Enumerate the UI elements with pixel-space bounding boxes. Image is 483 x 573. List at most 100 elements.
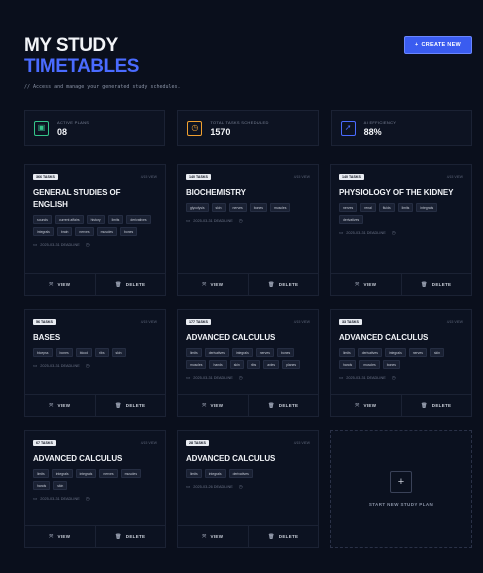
view-label: VIEW xyxy=(210,282,224,287)
card-title: BASES xyxy=(33,333,61,342)
trash-icon: 🗑 xyxy=(268,533,275,540)
topic-tag: integrals xyxy=(33,227,54,236)
deadline: ▭ 2025-03-31 DEADLINE ◷ xyxy=(186,375,310,381)
topic-tag: derivatives xyxy=(204,348,229,357)
topic-tag: hands xyxy=(33,481,51,490)
trash-icon: 🗑 xyxy=(421,402,428,409)
delete-button[interactable]: 🗑 DELETE xyxy=(94,274,166,295)
topic-tag: derivatives xyxy=(228,469,253,478)
deadline: ▭ 2025-03-31 DEADLINE ◷ xyxy=(33,242,157,248)
view-button[interactable]: ⤧ VIEW xyxy=(25,395,95,416)
stat-value: 1570 xyxy=(210,126,231,137)
card-body: 140 TASKS 4/15 VIEW BIOCHEMISTRY glycolysis… xyxy=(178,165,318,273)
topic-tag: bones xyxy=(249,203,267,212)
deadline-text: 2025-03-31 DEADLINE xyxy=(40,364,80,368)
delete-label: DELETE xyxy=(125,403,146,408)
timetable-card: 366 TASKS 4/15 VIEW GENERAL STUDIES OF ENG… xyxy=(24,164,166,296)
topic-tag: muscles xyxy=(186,360,207,369)
create-new-button[interactable]: + CREATE NEW xyxy=(404,36,472,54)
delete-button[interactable]: 🗑 DELETE xyxy=(400,395,472,416)
card-actions: ⤧ VIEW 🗑 DELETE xyxy=(25,525,165,547)
card-body: 28 TASKS 4/15 VIEW ADVANCED CALCULUS limits… xyxy=(178,431,318,525)
tag-list: limits integrals derivatives xyxy=(186,469,310,478)
topic-tag: integrals xyxy=(231,348,253,357)
trash-icon: 🗑 xyxy=(268,402,275,409)
topic-tag: bones xyxy=(276,348,295,357)
topic-tag: skin xyxy=(53,481,68,490)
clock-icon: ◷ xyxy=(238,375,243,380)
delete-button[interactable]: 🗑 DELETE xyxy=(247,526,319,547)
view-button[interactable]: ⤧ VIEW xyxy=(25,274,95,295)
start-new-plan-card[interactable]: + START NEW STUDY PLAN xyxy=(330,430,472,548)
timetable-card: 28 TASKS 4/15 VIEW ADVANCED CALCULUS limits… xyxy=(177,430,319,548)
clock-icon: ◷ xyxy=(391,230,396,235)
view-button[interactable]: ⤧ VIEW xyxy=(331,395,401,416)
plus-icon: + xyxy=(414,42,419,48)
delete-button[interactable]: 🗑 DELETE xyxy=(400,274,472,295)
deadline: ▭ 2025-03-31 DEADLINE ◷ xyxy=(339,230,463,236)
expand-icon: ⤧ xyxy=(49,533,54,540)
card-top: 366 TASKS 4/15 VIEW xyxy=(33,174,157,180)
card-body: 67 TASKS 4/15 VIEW ADVANCED CALCULUS limits… xyxy=(25,431,165,525)
card-meta: 4/15 VIEW xyxy=(140,175,157,179)
page-title-line2: TIMETABLES xyxy=(24,56,139,77)
deadline-text: 2025-03-31 DEADLINE xyxy=(346,376,386,380)
timetable-card: 33 TASKS 4/15 VIEW ADVANCED CALCULUS limits… xyxy=(330,309,472,417)
tag-list: limits derivatives integrals nerves bones mus… xyxy=(186,348,310,369)
delete-button[interactable]: 🗑 DELETE xyxy=(247,395,319,416)
card-title: ADVANCED CALCULUS xyxy=(33,454,123,463)
topic-tag: nerves xyxy=(255,348,274,357)
topic-tag: axles xyxy=(263,360,280,369)
topic-tag: bones xyxy=(120,227,138,236)
card-meta: 4/15 VIEW xyxy=(140,441,157,445)
card-title: BIOCHEMISTRY xyxy=(186,188,246,197)
delete-button[interactable]: 🗑 DELETE xyxy=(94,526,166,547)
delete-button[interactable]: 🗑 DELETE xyxy=(247,274,319,295)
stat-card: ◷ TOTAL TASKS SCHEDULED 1570 xyxy=(177,110,319,146)
task-count-badge: 33 TASKS xyxy=(339,319,362,325)
stat-label: AI EFFICIENCY xyxy=(363,119,397,125)
view-label: VIEW xyxy=(57,282,71,287)
deadline-text: 2025-03-26 DEADLINE xyxy=(193,485,233,489)
card-body: 140 TASKS 4/15 VIEW PHYSIOLOGY OF THE KIDN… xyxy=(331,165,471,273)
topic-tag: muscles xyxy=(120,469,142,478)
topic-tag: limits xyxy=(33,469,49,478)
card-meta: 4/15 VIEW xyxy=(446,320,463,324)
topic-tag: hands xyxy=(339,360,357,369)
topic-tag: nerves xyxy=(99,469,118,478)
view-button[interactable]: ⤧ VIEW xyxy=(178,526,248,547)
view-button[interactable]: ⤧ VIEW xyxy=(331,274,401,295)
expand-icon: ⤧ xyxy=(355,281,360,288)
topic-tag: nerves xyxy=(408,348,427,357)
card-title: PHYSIOLOGY OF THE KIDNEY xyxy=(339,188,454,197)
tag-list: limits derivatives integrals nerves skin hand… xyxy=(339,348,463,369)
topic-tag: ribs xyxy=(95,348,109,357)
task-count-badge: 366 TASKS xyxy=(33,174,58,180)
card-title: ADVANCED CALCULUS xyxy=(339,333,429,342)
task-count-badge: 140 TASKS xyxy=(339,174,364,180)
topic-tag: skin xyxy=(229,360,244,369)
stat-value: 08 xyxy=(57,126,68,137)
card-body: 33 TASKS 4/15 VIEW ADVANCED CALCULUS limits… xyxy=(331,310,471,394)
stat-label: TOTAL TASKS SCHEDULED xyxy=(210,119,269,125)
view-button[interactable]: ⤧ VIEW xyxy=(25,526,95,547)
delete-label: DELETE xyxy=(278,403,299,408)
card-actions: ⤧ VIEW 🗑 DELETE xyxy=(331,394,471,416)
stat-card: ▣ ACTIVE PLANS 08 xyxy=(24,110,166,146)
stat-text: ACTIVE PLANS 08 xyxy=(57,120,89,137)
card-top: 28 TASKS 4/15 VIEW xyxy=(186,440,310,446)
delete-label: DELETE xyxy=(278,282,299,287)
view-button[interactable]: ⤧ VIEW xyxy=(178,274,248,295)
expand-icon: ⤧ xyxy=(202,533,207,540)
deadline-text: 2025-03-31 DEADLINE xyxy=(193,376,233,380)
calendar-icon: ▭ xyxy=(186,375,191,380)
card-top: 177 TASKS 4/15 VIEW xyxy=(186,319,310,325)
topic-tag: sounds xyxy=(33,215,52,224)
view-button[interactable]: ⤧ VIEW xyxy=(178,395,248,416)
trash-icon: 🗑 xyxy=(115,402,122,409)
expand-icon: ⤧ xyxy=(49,281,54,288)
delete-button[interactable]: 🗑 DELETE xyxy=(94,395,166,416)
card-meta: 4/15 VIEW xyxy=(293,175,310,179)
card-actions: ⤧ VIEW 🗑 DELETE xyxy=(25,273,165,295)
card-title: ADVANCED CALCULUS xyxy=(186,454,276,463)
